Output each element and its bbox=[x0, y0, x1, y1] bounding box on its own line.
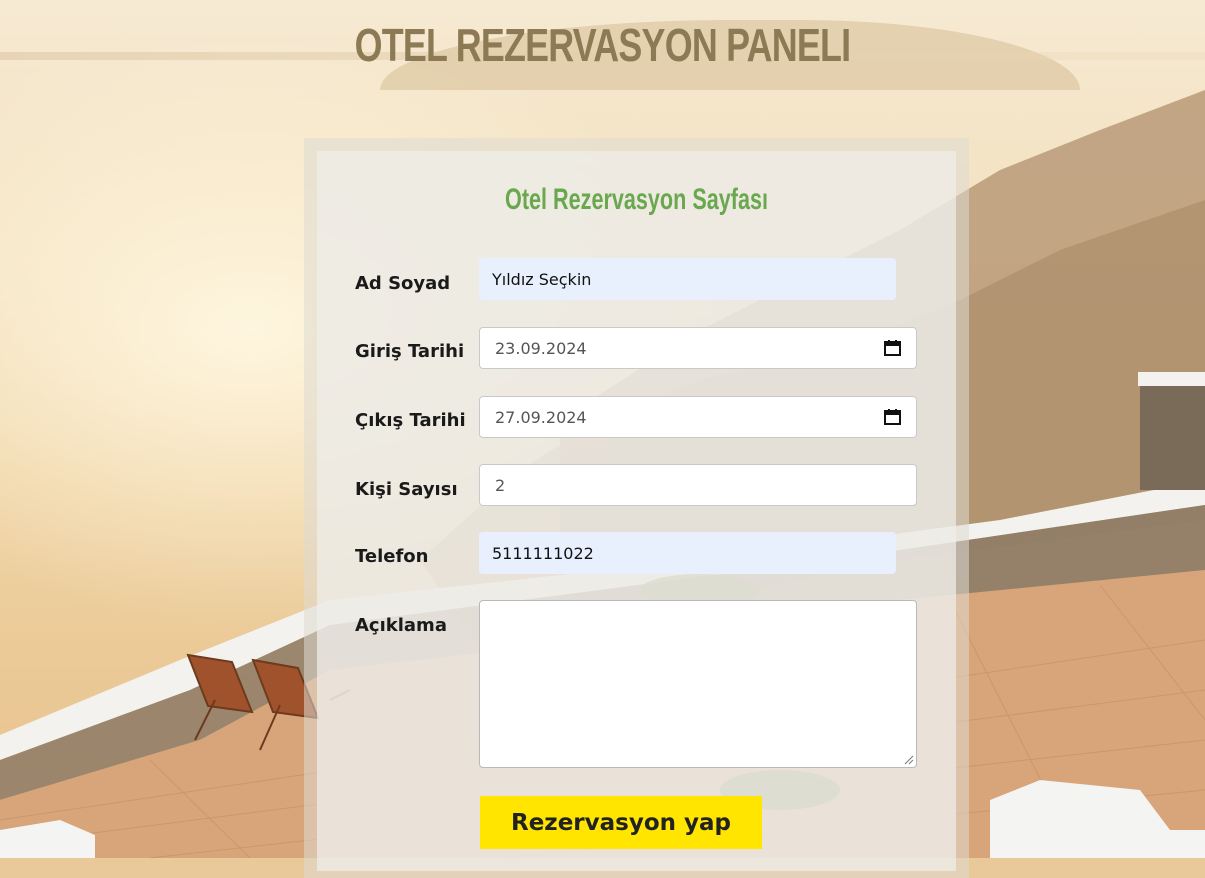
checkout-date-value: 27.09.2024 bbox=[495, 407, 587, 427]
guests-label: Kişi Sayısı bbox=[355, 479, 458, 500]
calendar-icon[interactable] bbox=[884, 409, 901, 425]
phone-input-value: 5111111022 bbox=[492, 543, 594, 563]
checkin-label: Giriş Tarihi bbox=[355, 341, 465, 362]
page-title: OTEL REZERVASYON PANELI bbox=[354, 19, 852, 71]
form-title: Otel Rezervasyon Sayfası bbox=[505, 183, 768, 216]
note-label: Açıklama bbox=[355, 615, 447, 636]
note-textarea[interactable] bbox=[479, 600, 917, 768]
guests-input[interactable]: 2 bbox=[479, 464, 917, 506]
checkin-date-input[interactable]: 23.09.2024 bbox=[479, 327, 917, 369]
phone-label: Telefon bbox=[355, 546, 429, 567]
name-input-value: Yıldız Seçkin bbox=[492, 269, 592, 289]
phone-input[interactable]: 5111111022 bbox=[479, 532, 896, 574]
name-label: Ad Soyad bbox=[355, 273, 451, 294]
name-input[interactable]: Yıldız Seçkin bbox=[479, 258, 896, 300]
calendar-icon[interactable] bbox=[884, 340, 901, 356]
checkin-date-value: 23.09.2024 bbox=[495, 338, 587, 358]
checkout-label: Çıkış Tarihi bbox=[355, 410, 466, 431]
reservation-submit-button[interactable]: Rezervasyon yap bbox=[480, 796, 762, 849]
resize-grip-icon[interactable] bbox=[904, 755, 914, 765]
guests-input-value: 2 bbox=[495, 475, 506, 495]
checkout-date-input[interactable]: 27.09.2024 bbox=[479, 396, 917, 438]
